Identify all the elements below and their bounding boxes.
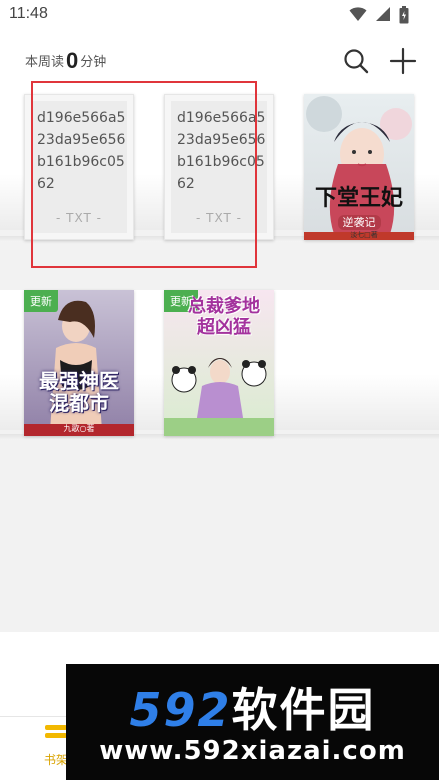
add-book-button[interactable]	[388, 46, 418, 76]
status-bar: 11:48	[0, 0, 439, 32]
book-cover-author: 淡七□著	[350, 231, 378, 239]
battery-icon	[399, 6, 409, 24]
book-item[interactable]: 下堂王妃 逆袭记 淡七□著	[304, 94, 414, 240]
signal-icon	[376, 7, 390, 21]
book-filename: d196e566a523da95e656b161b96c0562	[177, 110, 266, 192]
watermark-brand: 软件园	[231, 683, 376, 737]
weekly-reading-stat: 本周读0 分钟	[25, 50, 106, 74]
update-badge: 更新	[24, 290, 58, 312]
book-item[interactable]: 更新 总裁爹地超凶猛	[164, 290, 274, 436]
book-cover-title: 下堂王妃	[314, 185, 403, 211]
book-item[interactable]: 更新 最强神医混都市 九歌○著	[24, 290, 134, 436]
watermark-digits: 592	[129, 683, 232, 737]
search-icon	[344, 49, 369, 74]
book-cover-subtitle: 逆袭记	[304, 214, 414, 230]
book-cover-author: 九歌○著	[63, 424, 95, 433]
book-item[interactable]: d196e566a523da95e656b161b96c0562 - TXT -	[24, 94, 134, 240]
book-cover-title: 最强神医混都市	[39, 369, 119, 415]
wifi-icon	[349, 7, 367, 21]
watermark-logo: 592软件园	[66, 674, 439, 740]
book-filename: d196e566a523da95e656b161b96c0562	[37, 110, 126, 192]
header-bar: 本周读0 分钟	[0, 32, 439, 90]
weekly-reading-suffix: 分钟	[80, 55, 107, 70]
status-time: 11:48	[9, 5, 48, 22]
book-format-label: - TXT -	[56, 211, 102, 225]
book-format-label: - TXT -	[196, 211, 242, 225]
weekly-reading-minutes: 0	[66, 48, 79, 73]
search-button[interactable]	[341, 46, 371, 76]
status-icons	[341, 6, 409, 24]
plus-icon	[389, 47, 417, 75]
book-cover-subtitle-text: 逆袭记	[337, 215, 381, 230]
weekly-reading-prefix: 本周读	[25, 55, 65, 70]
site-watermark: 592软件园 www.592xiazai.com	[66, 664, 439, 780]
book-item[interactable]: d196e566a523da95e656b161b96c0562 - TXT -	[164, 94, 274, 240]
watermark-url: www.592xiazai.com	[99, 736, 406, 766]
book-cover-title: 总裁爹地超凶猛	[188, 296, 260, 338]
